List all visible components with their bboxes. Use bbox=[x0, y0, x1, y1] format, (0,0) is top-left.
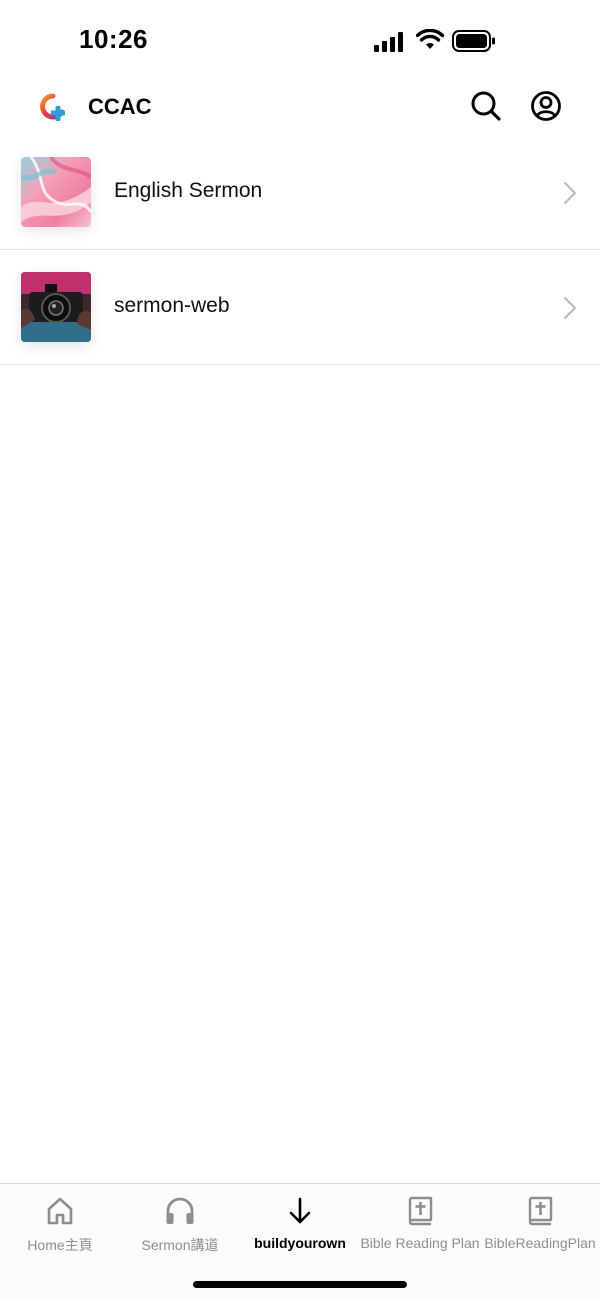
home-icon bbox=[47, 1197, 73, 1225]
app-header: CCAC bbox=[0, 80, 600, 138]
tab-label: Bible Reading Plan bbox=[360, 1235, 480, 1251]
list-item-label: sermon-web bbox=[114, 294, 230, 317]
tab-buildyourown[interactable]: buildyourown bbox=[240, 1184, 360, 1264]
search-button[interactable] bbox=[469, 89, 503, 123]
wifi-icon bbox=[416, 29, 444, 49]
status-bar: 10:26 bbox=[0, 0, 600, 80]
headphones-icon bbox=[166, 1197, 194, 1224]
app-title: CCAC bbox=[88, 94, 152, 119]
list-item[interactable]: sermon-web bbox=[0, 250, 600, 365]
home-indicator[interactable] bbox=[193, 1281, 407, 1288]
status-time: 10:26 bbox=[79, 24, 148, 54]
chevron-right-icon bbox=[564, 182, 576, 204]
content-list: English Sermon sermon-web bbox=[0, 135, 600, 365]
chevron-right-icon bbox=[564, 297, 576, 319]
tab-sermon[interactable]: Sermon講道 bbox=[120, 1184, 240, 1264]
tab-biblereadingplan[interactable]: BibleReadingPlan bbox=[480, 1184, 600, 1264]
ccac-logo-icon bbox=[40, 93, 65, 121]
pink-marble-artwork bbox=[21, 157, 91, 227]
tab-label: Sermon講道 bbox=[141, 1237, 219, 1253]
tab-label: buildyourown bbox=[254, 1235, 346, 1251]
list-item[interactable]: English Sermon bbox=[0, 135, 600, 250]
search-icon bbox=[471, 91, 501, 121]
list-item-label: English Sermon bbox=[114, 179, 263, 202]
bible-icon bbox=[408, 1196, 433, 1226]
app-screen: 10:26 CCAC English Sermon sermon-web Hom… bbox=[0, 0, 600, 1300]
tab-bible-reading-plan[interactable]: Bible Reading Plan bbox=[360, 1184, 480, 1264]
tab-label: BibleReadingPlan bbox=[484, 1235, 596, 1251]
battery-icon bbox=[452, 30, 495, 52]
account-button[interactable] bbox=[529, 89, 563, 123]
tab-home[interactable]: Home主頁 bbox=[0, 1184, 120, 1264]
list-item-thumbnail bbox=[21, 157, 91, 227]
camera-photo bbox=[21, 272, 91, 342]
arrow-down-icon bbox=[289, 1197, 311, 1224]
bible-icon bbox=[528, 1196, 553, 1226]
cellular-signal-icon bbox=[374, 32, 403, 52]
list-item-thumbnail bbox=[21, 272, 91, 342]
account-icon bbox=[531, 91, 561, 121]
